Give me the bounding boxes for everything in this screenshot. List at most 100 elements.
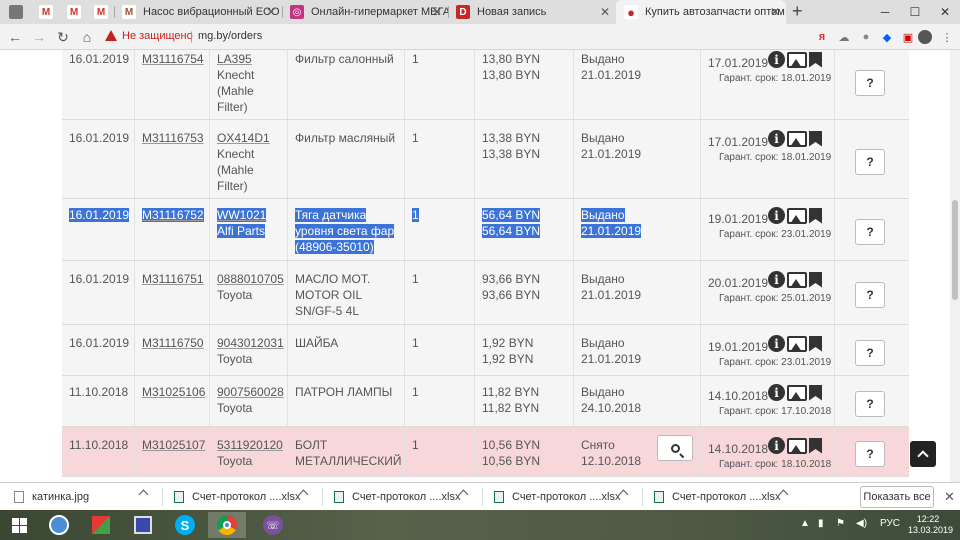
image-icon[interactable] — [787, 437, 807, 454]
scrollbar[interactable] — [950, 50, 960, 482]
volume-icon[interactable]: ◀) — [856, 518, 867, 529]
question-button[interactable]: ? — [855, 282, 885, 308]
info-icon[interactable]: i — [768, 437, 785, 454]
menu-icon[interactable]: ⋮ — [940, 30, 954, 44]
question-button[interactable]: ? — [855, 70, 885, 96]
close-icon[interactable]: ✕ — [770, 5, 780, 19]
question-button[interactable]: ? — [855, 340, 885, 366]
order-number-link[interactable]: M31025106 — [142, 385, 205, 399]
bookmark-icon[interactable] — [809, 51, 822, 68]
bookmark-icon[interactable] — [809, 271, 822, 288]
image-icon[interactable] — [787, 51, 807, 68]
download-item[interactable]: катинка.jpg — [14, 483, 89, 511]
info-icon[interactable]: i — [768, 207, 785, 224]
taskbar-viber[interactable]: ☏ — [254, 512, 292, 538]
article-link[interactable]: 9043012031 — [217, 336, 284, 350]
order-number-link[interactable]: M31116753 — [142, 131, 204, 145]
browser-tab-strip: M M M MНасос вибрационный ECO CPV✕ ◎Онла… — [0, 0, 960, 24]
minimize-button[interactable]: ─ — [870, 0, 900, 24]
close-icon[interactable]: ✕ — [600, 5, 610, 19]
chevron-icon[interactable] — [138, 489, 149, 500]
avatar[interactable] — [918, 30, 932, 44]
download-item[interactable]: Счет-протокол ....xlsx — [174, 483, 300, 511]
tab-megalai[interactable]: ◎ Онлайн-гипермаркет МЕГАЛАЙ✕ — [282, 0, 448, 24]
article-link[interactable]: 5311920120 — [217, 438, 283, 452]
bookmark-icon[interactable] — [809, 207, 822, 224]
image-icon[interactable] — [787, 384, 807, 401]
scroll-to-top-button[interactable] — [910, 441, 936, 467]
order-number-link[interactable]: M31116754 — [142, 52, 204, 66]
maximize-button[interactable]: ☐ — [900, 0, 930, 24]
show-all-downloads-button[interactable]: Показать все — [860, 486, 934, 508]
bookmark-icon[interactable] — [809, 437, 822, 454]
tab-new-post[interactable]: D Новая запись ✕ — [448, 0, 616, 24]
network-icon[interactable]: ▮ — [818, 518, 824, 529]
article-link[interactable]: LA395 — [217, 52, 252, 66]
tab-gmail-3[interactable]: M — [88, 0, 114, 24]
close-icon[interactable]: ✕ — [944, 489, 955, 505]
reload-button[interactable]: ↻ — [54, 28, 72, 46]
cloud-icon[interactable]: ☁ — [837, 30, 851, 44]
back-button[interactable]: ← — [6, 28, 24, 46]
info-icon[interactable]: i — [768, 271, 785, 288]
new-tab-button[interactable]: + — [792, 1, 803, 22]
article-link[interactable]: OX414D1 — [217, 131, 270, 145]
pdf-icon[interactable]: ▣ — [901, 30, 915, 44]
tab-autoparts[interactable]: ● Купить автозапчасти оптом и в✕ — [616, 0, 786, 24]
download-item[interactable]: Счет-протокол ....xlsx — [334, 483, 460, 511]
order-number-link[interactable]: M31116750 — [142, 336, 204, 350]
search-button[interactable] — [657, 435, 693, 461]
info-icon[interactable]: i — [768, 335, 785, 352]
image-icon[interactable] — [787, 335, 807, 352]
flag-icon[interactable]: ⚑ — [836, 518, 845, 529]
security-warning[interactable]: Не защищено — [122, 30, 193, 42]
taskbar-chrome[interactable] — [208, 512, 246, 538]
question-button[interactable]: ? — [855, 149, 885, 175]
tab-pump[interactable]: M Насос вибрационный ECO CPV✕ — [114, 0, 282, 24]
article-link[interactable]: 9007560028 — [217, 385, 284, 399]
article-cell: 0888010705 Toyota — [209, 261, 287, 324]
close-icon[interactable]: ✕ — [266, 5, 276, 19]
start-button[interactable] — [0, 512, 38, 538]
article-link[interactable]: 0888010705 — [217, 272, 284, 286]
tab-gmail-2[interactable]: M — [60, 0, 88, 24]
order-date: 11.10.2018 — [69, 385, 129, 399]
tray-up-arrow-icon[interactable]: ▲ — [800, 518, 810, 529]
question-button[interactable]: ? — [855, 441, 885, 467]
bookmark-icon[interactable] — [809, 335, 822, 352]
info-icon[interactable]: i — [768, 384, 785, 401]
question-button[interactable]: ? — [855, 219, 885, 245]
clock[interactable]: 12:22 13.03.2019 — [908, 514, 953, 536]
taskbar-app-3[interactable] — [124, 512, 162, 538]
bookmark-icon[interactable] — [809, 130, 822, 147]
url-input[interactable]: mg.by/orders — [198, 30, 262, 42]
order-number-link[interactable]: M31025107 — [142, 438, 205, 452]
scrollbar-thumb[interactable] — [952, 200, 958, 300]
receive-date: 14.10.2018 — [708, 389, 769, 403]
dropbox-icon[interactable]: ◆ — [880, 30, 894, 44]
tab-gmail-1[interactable]: M — [32, 0, 60, 24]
article-link[interactable]: WW1021 — [217, 208, 267, 222]
close-icon[interactable]: ✕ — [432, 5, 442, 19]
extension-icon[interactable]: ● — [859, 30, 873, 44]
close-window-button[interactable]: ✕ — [930, 0, 960, 24]
image-icon[interactable] — [787, 130, 807, 147]
order-number-link[interactable]: M31116752 — [142, 208, 204, 222]
order-number-link[interactable]: M31116751 — [142, 272, 204, 286]
download-item[interactable]: Счет-протокол ....xlsx — [654, 483, 780, 511]
info-icon[interactable]: i — [768, 51, 785, 68]
image-icon[interactable] — [787, 271, 807, 288]
home-button[interactable]: ⌂ — [78, 28, 96, 46]
info-icon[interactable]: i — [768, 130, 785, 147]
taskbar-skype[interactable]: S — [166, 512, 204, 538]
bookmark-icon[interactable] — [809, 384, 822, 401]
taskbar-app-1[interactable] — [40, 512, 78, 538]
yandex-icon[interactable]: я — [815, 30, 829, 44]
language-indicator[interactable]: РУС — [880, 518, 900, 529]
question-button[interactable]: ? — [855, 391, 885, 417]
image-icon[interactable] — [787, 207, 807, 224]
tab-apple[interactable] — [0, 0, 32, 24]
forward-button[interactable]: → — [30, 28, 48, 46]
taskbar-app-2[interactable] — [82, 512, 120, 538]
download-item[interactable]: Счет-протокол ....xlsx — [494, 483, 620, 511]
